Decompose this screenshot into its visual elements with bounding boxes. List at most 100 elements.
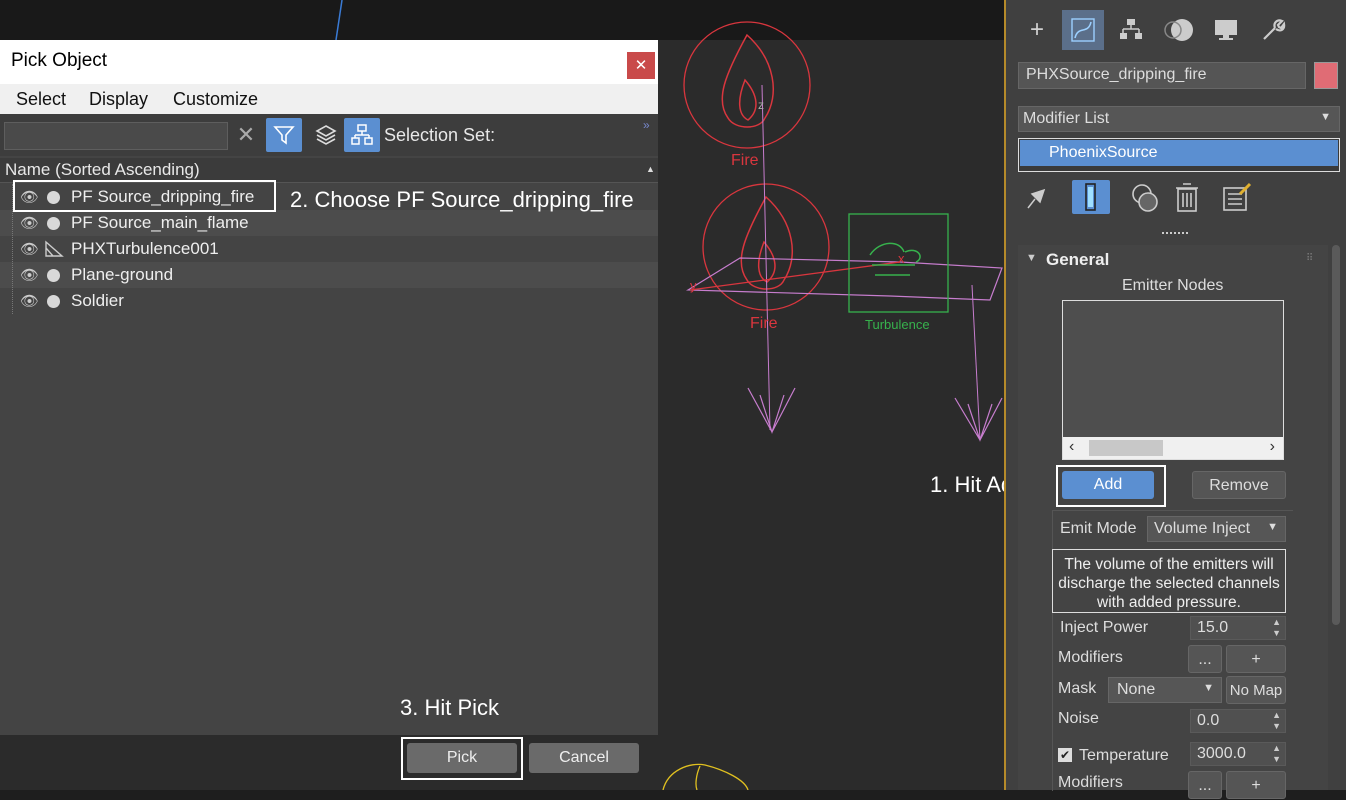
close-icon: ✕ — [634, 57, 648, 74]
hierarchy-button[interactable] — [344, 118, 380, 152]
space-warp-icon — [45, 240, 64, 257]
list-item[interactable]: 👁 Soldier — [0, 288, 658, 314]
spinner-arrows-icon[interactable]: ▲ ▼ — [1272, 617, 1281, 639]
collapse-icon[interactable]: ▼ — [1026, 252, 1037, 264]
make-unique-button[interactable] — [1128, 180, 1162, 214]
monitor-icon — [1215, 20, 1237, 40]
list-item[interactable]: 👁 PHXTurbulence001 — [0, 236, 658, 262]
resize-grip[interactable] — [1162, 232, 1188, 238]
list-item[interactable]: 👁 Plane-ground — [0, 262, 658, 288]
menu-bar: Select Display Customize — [0, 84, 658, 114]
cancel-button[interactable]: Cancel — [529, 743, 639, 773]
inject-power-label: Inject Power — [1060, 619, 1149, 636]
wind-icon — [869, 242, 921, 276]
inject-power-spinner[interactable]: 15.0 ▲ ▼ — [1190, 616, 1286, 640]
pick-object-dialog: Pick Object ✕ Select Display Customize ✕ — [0, 40, 658, 780]
filter-button[interactable] — [266, 118, 302, 152]
object-name-field[interactable]: PHXSource_dripping_fire — [1018, 62, 1306, 89]
temperature-checkbox[interactable]: ✔ — [1058, 748, 1072, 762]
show-end-result-button[interactable] — [1072, 180, 1110, 214]
dialog-titlebar[interactable]: Pick Object ✕ — [0, 40, 658, 84]
search-input[interactable] — [4, 122, 228, 150]
hierarchy-tab[interactable] — [1110, 10, 1152, 50]
emit-description: The volume of the emitters will discharg… — [1052, 549, 1286, 613]
chevron-down-icon: ▼ — [1267, 521, 1278, 533]
emit-mode-label: Emit Mode — [1060, 520, 1137, 537]
spinner-arrows-icon[interactable]: ▲ ▼ — [1272, 743, 1281, 765]
render-dot-icon[interactable] — [47, 269, 60, 282]
axis-x-label: x — [898, 251, 905, 266]
checkmark-icon: ✔ — [1059, 748, 1071, 762]
rollout-title[interactable]: General — [1046, 250, 1109, 270]
object-color-swatch[interactable] — [1314, 62, 1338, 89]
pin-icon — [1027, 188, 1046, 209]
modifiers2-browse-button[interactable]: ... — [1188, 771, 1222, 799]
modifiers-add-button[interactable]: + — [1226, 645, 1286, 673]
close-button[interactable]: ✕ — [627, 52, 655, 79]
panel-scrollbar[interactable] — [1332, 245, 1340, 625]
menu-display[interactable]: Display — [89, 89, 148, 110]
plus-icon: + — [1029, 16, 1044, 43]
hierarchy-icon — [1120, 19, 1142, 39]
list-item-label: Plane-ground — [71, 265, 174, 284]
modifiers2-add-button[interactable]: + — [1226, 771, 1286, 799]
temperature-label: Temperature — [1079, 747, 1169, 764]
eye-icon[interactable]: 👁 — [20, 292, 39, 310]
display-tab[interactable] — [1205, 10, 1247, 50]
temperature-value: 3000.0 — [1197, 745, 1246, 762]
pin-stack-button[interactable] — [1022, 182, 1050, 212]
selection-set-label: Selection Set: — [384, 125, 496, 145]
create-tab[interactable]: + — [1016, 10, 1058, 50]
stack-item[interactable]: PhoenixSource — [1020, 140, 1338, 166]
annotation-step3: 3. Hit Pick — [400, 695, 500, 720]
chevron-down-icon: ▼ — [1320, 111, 1331, 123]
list-item-label: PHXTurbulence001 — [71, 239, 219, 258]
make-unique-icon — [1132, 184, 1158, 212]
remove-button[interactable]: Remove — [1192, 471, 1286, 499]
noise-label: Noise — [1058, 710, 1099, 727]
list-header-label: Name (Sorted Ascending) — [5, 160, 200, 179]
modify-tab[interactable] — [1062, 10, 1104, 50]
modifier-list-dropdown[interactable]: Modifier List ▼ — [1018, 106, 1340, 132]
highlight-frame-pick — [401, 737, 523, 780]
chevron-right-icon[interactable]: › — [1270, 438, 1275, 456]
mask-dropdown[interactable]: None ▼ — [1108, 677, 1222, 703]
fire-top-label: Fire — [731, 152, 759, 169]
inject-power-value: 15.0 — [1197, 619, 1229, 636]
temperature-spinner[interactable]: 3000.0 ▲ ▼ — [1190, 742, 1286, 766]
eye-icon[interactable]: 👁 — [20, 266, 39, 284]
menu-select[interactable]: Select — [16, 89, 66, 110]
eye-icon[interactable]: 👁 — [20, 240, 39, 258]
fire-bottom-label: Fire — [750, 315, 778, 332]
horizontal-scrollbar[interactable]: ‹ › — [1063, 437, 1283, 459]
highlight-frame-item — [13, 180, 276, 212]
expand-toolbar-icon[interactable]: » — [643, 118, 650, 132]
list-item[interactable]: 👁 PF Source_main_flame — [0, 210, 658, 236]
filter-icon — [273, 126, 295, 145]
scrollbar-thumb[interactable] — [1089, 440, 1163, 456]
chevron-left-icon[interactable]: ‹ — [1069, 438, 1074, 456]
configure-sets-button[interactable] — [1220, 180, 1254, 214]
clear-icon: ✕ — [236, 122, 256, 147]
render-dot-icon[interactable] — [47, 295, 60, 308]
turbulence-label: Turbulence — [865, 317, 930, 332]
rollout-grip-icon[interactable]: ⠿ — [1306, 253, 1313, 264]
remove-modifier-button[interactable] — [1170, 180, 1204, 214]
particle-arrow-1 — [747, 387, 796, 434]
render-dot-icon[interactable] — [47, 217, 60, 230]
annotation-step2: 2. Choose PF Source_dripping_fire — [290, 187, 634, 212]
motion-tab[interactable] — [1158, 10, 1200, 50]
menu-customize[interactable]: Customize — [173, 89, 258, 110]
spinner-arrows-icon[interactable]: ▲ ▼ — [1272, 710, 1281, 732]
emit-mode-dropdown[interactable]: Volume Inject ▼ — [1147, 516, 1286, 542]
layers-button[interactable] — [308, 118, 344, 152]
clear-search-button[interactable]: ✕ — [228, 118, 264, 152]
no-map-button[interactable]: No Map — [1226, 676, 1286, 704]
modifiers-browse-button[interactable]: ... — [1188, 645, 1222, 673]
utilities-tab[interactable] — [1252, 10, 1294, 50]
chevron-down-icon: ▼ — [1203, 682, 1214, 694]
noise-spinner[interactable]: 0.0 ▲ ▼ — [1190, 709, 1286, 733]
eye-icon[interactable]: 👁 — [20, 214, 39, 232]
emitter-nodes-list[interactable]: ‹ › — [1062, 300, 1284, 460]
motion-icon — [1164, 19, 1193, 41]
